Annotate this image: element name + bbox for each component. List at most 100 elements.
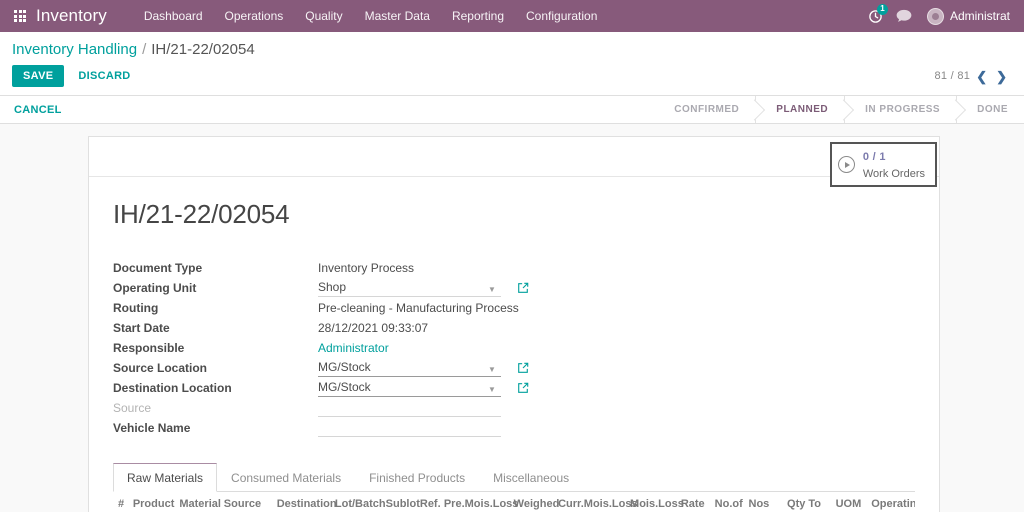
status-in-progress[interactable]: IN PROGRESS xyxy=(844,96,957,123)
external-link-icon-destination-location[interactable] xyxy=(517,382,529,394)
col-uom[interactable]: UOM xyxy=(826,492,867,512)
field-responsible: Administrator xyxy=(318,338,533,358)
col-nos[interactable]: Nos xyxy=(743,492,772,512)
pager-next-icon[interactable]: ❯ xyxy=(993,70,1010,83)
work-orders-stat-button[interactable]: 0 / 1 Work Orders xyxy=(829,141,937,188)
work-orders-label: Work Orders xyxy=(862,167,925,180)
label-routing: Routing xyxy=(113,301,159,315)
col-qty-to-consume-label: Qty To Consume xyxy=(776,498,826,512)
status-row: CANCEL CONFIRMED PLANNED IN PROGRESS DON… xyxy=(0,96,1024,124)
col-lot-batch-number[interactable]: Lot/Batch Number xyxy=(329,492,386,512)
pager: 81 / 81 ❮ ❯ xyxy=(934,70,1012,83)
menu-item-dashboard[interactable]: Dashboard xyxy=(133,3,214,29)
col-mois-loss-qty[interactable]: Mois.Loss Qty xyxy=(625,492,684,512)
chat-bubble-icon[interactable] xyxy=(891,3,917,29)
col-operating-unit[interactable]: Operating Unit xyxy=(866,492,915,512)
external-link-icon-source-location[interactable] xyxy=(517,362,529,374)
field-operating-unit: ▼ xyxy=(318,278,533,298)
statusbar: CONFIRMED PLANNED IN PROGRESS DONE xyxy=(654,96,1024,123)
field-source xyxy=(318,398,533,418)
breadcrumb-row: Inventory Handling / IH/21-22/02054 xyxy=(0,32,1024,58)
tab-raw-materials[interactable]: Raw Materials xyxy=(113,463,218,492)
field-source-location: ▼ xyxy=(318,358,533,378)
operating-unit-input[interactable] xyxy=(318,279,501,297)
menu-item-operations[interactable]: Operations xyxy=(214,3,295,29)
col-no-of-bags[interactable]: No.of Bags xyxy=(709,492,744,512)
label-document-type: Document Type xyxy=(113,261,203,275)
form-view-background: 0 / 1 Work Orders IH/21-22/02054 Documen… xyxy=(0,124,1024,512)
col-pre-mois-loss[interactable]: Pre.Mois.Loss xyxy=(438,492,518,512)
status-confirmed[interactable]: CONFIRMED xyxy=(654,96,756,123)
menu-item-reporting[interactable]: Reporting xyxy=(441,3,515,29)
user-menu[interactable]: Administrat xyxy=(919,7,1014,25)
menu-item-configuration[interactable]: Configuration xyxy=(515,3,608,29)
col-curr-mois-loss[interactable]: Curr.Mois.Loss xyxy=(553,492,638,512)
pager-value[interactable]: 81 / 81 xyxy=(934,70,970,82)
sheet-body: IH/21-22/02054 Document Type Inventory P… xyxy=(89,177,939,512)
vehicle-name-input[interactable] xyxy=(318,419,501,437)
save-button[interactable]: SAVE xyxy=(12,65,65,87)
col-source[interactable]: Source xyxy=(218,492,272,512)
label-operating-unit: Operating Unit xyxy=(113,281,197,295)
activity-count-badge: 1 xyxy=(876,4,888,15)
cancel-button[interactable]: CANCEL xyxy=(12,100,64,120)
label-source-location: Source Location xyxy=(113,361,208,375)
source-location-input[interactable] xyxy=(318,359,501,377)
field-routing: Pre-cleaning - Manufacturing Process xyxy=(318,298,533,318)
discard-button[interactable]: DISCARD xyxy=(74,65,134,87)
field-destination-location: ▼ xyxy=(318,378,533,398)
app-brand-title[interactable]: Inventory xyxy=(36,6,107,26)
user-name-label: Administrat xyxy=(949,9,1010,23)
breadcrumb-root[interactable]: Inventory Handling xyxy=(12,41,137,58)
table-header-row: # Product Material Type Source Destinati… xyxy=(113,492,915,512)
menu-item-master-data[interactable]: Master Data xyxy=(354,3,441,29)
value-responsible[interactable]: Administrator xyxy=(318,341,389,355)
value-start-date: 28/12/2021 09:33:07 xyxy=(318,321,429,335)
form-sheet: 0 / 1 Work Orders IH/21-22/02054 Documen… xyxy=(88,136,940,512)
col-rate[interactable]: Rate xyxy=(675,492,710,512)
notebook-tabs: Raw Materials Consumed Materials Finishe… xyxy=(113,462,915,492)
external-link-icon-operating-unit[interactable] xyxy=(517,282,529,294)
tab-consumed-materials[interactable]: Consumed Materials xyxy=(217,463,355,492)
breadcrumb-separator: / xyxy=(142,41,147,58)
col-index[interactable]: # xyxy=(113,492,128,512)
field-vehicle-name xyxy=(318,418,533,438)
col-qty-to-consume[interactable]: Qty To Consume▲ xyxy=(771,492,826,512)
label-destination-location: Destination Location xyxy=(113,381,232,395)
label-start-date: Start Date xyxy=(113,321,170,335)
button-box: 0 / 1 Work Orders xyxy=(89,137,939,188)
tab-miscellaneous[interactable]: Miscellaneous xyxy=(479,463,583,492)
page-title: IH/21-22/02054 xyxy=(113,199,290,229)
col-destination[interactable]: Destination xyxy=(271,492,337,512)
value-document-type: Inventory Process xyxy=(318,261,415,275)
avatar xyxy=(926,7,944,25)
col-material-type[interactable]: Material Type xyxy=(174,492,221,512)
control-panel: Inventory Handling / IH/21-22/02054 SAVE… xyxy=(0,32,1024,96)
value-routing: Pre-cleaning - Manufacturing Process xyxy=(318,301,519,315)
pager-previous-icon[interactable]: ❮ xyxy=(973,70,990,83)
work-orders-count: 0 / 1 xyxy=(862,150,886,163)
raw-materials-table-wrapper: # Product Material Type Source Destinati… xyxy=(113,492,915,512)
menu-item-quality[interactable]: Quality xyxy=(294,3,353,29)
notebook: Raw Materials Consumed Materials Finishe… xyxy=(113,462,915,512)
tab-finished-products[interactable]: Finished Products xyxy=(355,463,479,492)
status-planned[interactable]: PLANNED xyxy=(755,96,845,123)
col-product[interactable]: Product xyxy=(127,492,174,512)
clock-activity-icon[interactable]: 1 xyxy=(863,3,889,29)
label-vehicle-name: Vehicle Name xyxy=(113,421,191,435)
raw-materials-table: # Product Material Type Source Destinati… xyxy=(113,492,915,512)
breadcrumb: Inventory Handling / IH/21-22/02054 xyxy=(12,41,255,58)
label-responsible: Responsible xyxy=(113,341,185,355)
top-navbar: Inventory Dashboard Operations Quality M… xyxy=(0,0,1024,32)
col-weighed-qty[interactable]: Weighed Qty xyxy=(508,492,559,512)
destination-location-input[interactable] xyxy=(318,379,501,397)
apps-grid-icon[interactable] xyxy=(10,6,30,26)
main-menu: Dashboard Operations Quality Master Data… xyxy=(133,3,609,29)
col-sublot-ref[interactable]: SublotRef. xyxy=(380,492,441,512)
navbar-right-group: 1 Administrat xyxy=(863,3,1016,29)
source-input[interactable] xyxy=(318,399,501,417)
label-source: Source xyxy=(113,401,152,415)
field-start-date: 28/12/2021 09:33:07 xyxy=(318,318,533,338)
breadcrumb-current: IH/21-22/02054 xyxy=(151,41,255,58)
form-fields: Document Type Inventory Process Operatin… xyxy=(113,258,533,438)
